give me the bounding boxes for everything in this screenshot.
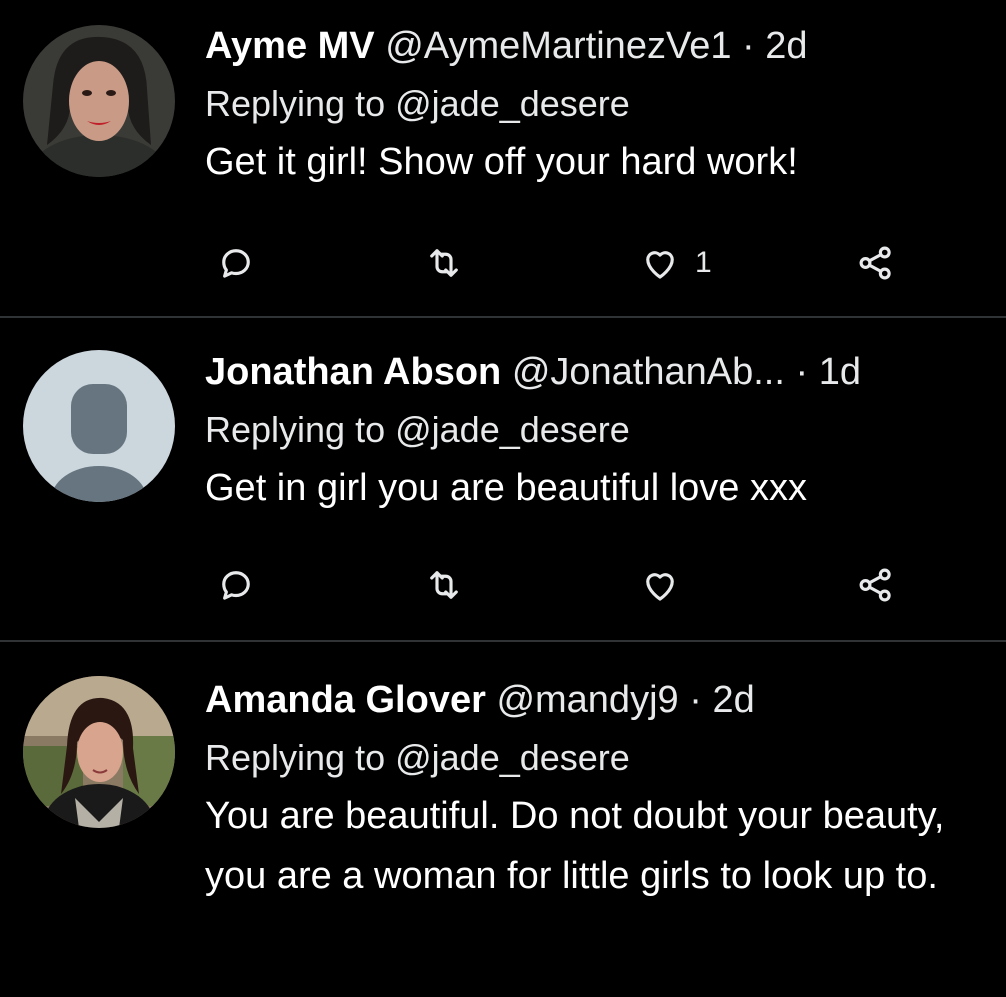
comment-icon	[222, 571, 250, 600]
replying-to[interactable]: Replying to @jade_desere	[205, 732, 996, 784]
reply-content: Ayme MV @AymeMartinezVe1 · 2d Replying t…	[205, 22, 996, 192]
user-handle[interactable]: @mandyj9	[496, 679, 678, 721]
reply-content: Amanda Glover @mandyj9 · 2d Replying to …	[205, 676, 996, 906]
reply-button[interactable]	[215, 560, 257, 610]
share-icon	[859, 568, 891, 602]
reply-text: You are beautiful. Do not doubt your bea…	[205, 795, 945, 897]
reply-button[interactable]	[215, 238, 257, 288]
reply-header: Amanda Glover @mandyj9 · 2d	[205, 676, 996, 724]
replying-to[interactable]: Replying to @jade_desere	[205, 404, 996, 456]
timestamp[interactable]: 2d	[765, 25, 807, 67]
action-bar	[205, 560, 905, 610]
reply-header: Ayme MV @AymeMartinezVe1 · 2d	[205, 22, 996, 70]
heart-icon	[646, 573, 674, 601]
separator-dot: ·	[795, 351, 809, 393]
retweet-icon	[430, 571, 458, 599]
reply-item[interactable]: Ayme MV @AymeMartinezVe1 · 2d Replying t…	[0, 0, 1006, 318]
share-icon	[859, 246, 891, 280]
user-handle[interactable]: @AymeMartinezVe1	[385, 25, 731, 67]
share-button[interactable]	[855, 560, 897, 610]
like-button[interactable]	[639, 560, 695, 610]
reply-item[interactable]: Amanda Glover @mandyj9 · 2d Replying to …	[0, 642, 1006, 997]
like-button[interactable]: 1	[639, 238, 712, 288]
timestamp[interactable]: 1d	[819, 351, 861, 393]
separator-dot: ·	[689, 679, 702, 721]
reply-text: Get it girl! Show off your hard work!	[205, 141, 798, 183]
comment-icon	[222, 249, 250, 278]
retweet-button[interactable]	[423, 238, 465, 288]
display-name[interactable]: Jonathan Abson	[205, 351, 501, 393]
display-name[interactable]: Amanda Glover	[205, 679, 486, 721]
reply-item[interactable]: Jonathan Abson @JonathanAb... · 1d Reply…	[0, 318, 1006, 642]
profile-photo-icon	[23, 676, 175, 828]
share-button[interactable]	[855, 238, 897, 288]
reply-text: Get in girl you are beautiful love xxx	[205, 467, 807, 509]
reply-header: Jonathan Abson @JonathanAb... · 1d	[205, 348, 996, 396]
avatar[interactable]	[23, 25, 175, 177]
avatar[interactable]	[23, 350, 175, 502]
heart-icon	[646, 251, 674, 279]
retweet-button[interactable]	[423, 560, 465, 610]
replying-to[interactable]: Replying to @jade_desere	[205, 78, 996, 130]
display-name[interactable]: Ayme MV	[205, 25, 375, 67]
default-avatar-icon	[23, 350, 175, 502]
action-bar: 1	[205, 238, 905, 288]
separator-dot: ·	[742, 25, 755, 67]
profile-photo-icon	[23, 25, 175, 177]
timestamp[interactable]: 2d	[712, 679, 754, 721]
retweet-icon	[430, 249, 458, 277]
like-count: 1	[695, 246, 712, 279]
avatar[interactable]	[23, 676, 175, 828]
reply-content: Jonathan Abson @JonathanAb... · 1d Reply…	[205, 348, 996, 518]
user-handle[interactable]: @JonathanAb...	[512, 351, 785, 393]
